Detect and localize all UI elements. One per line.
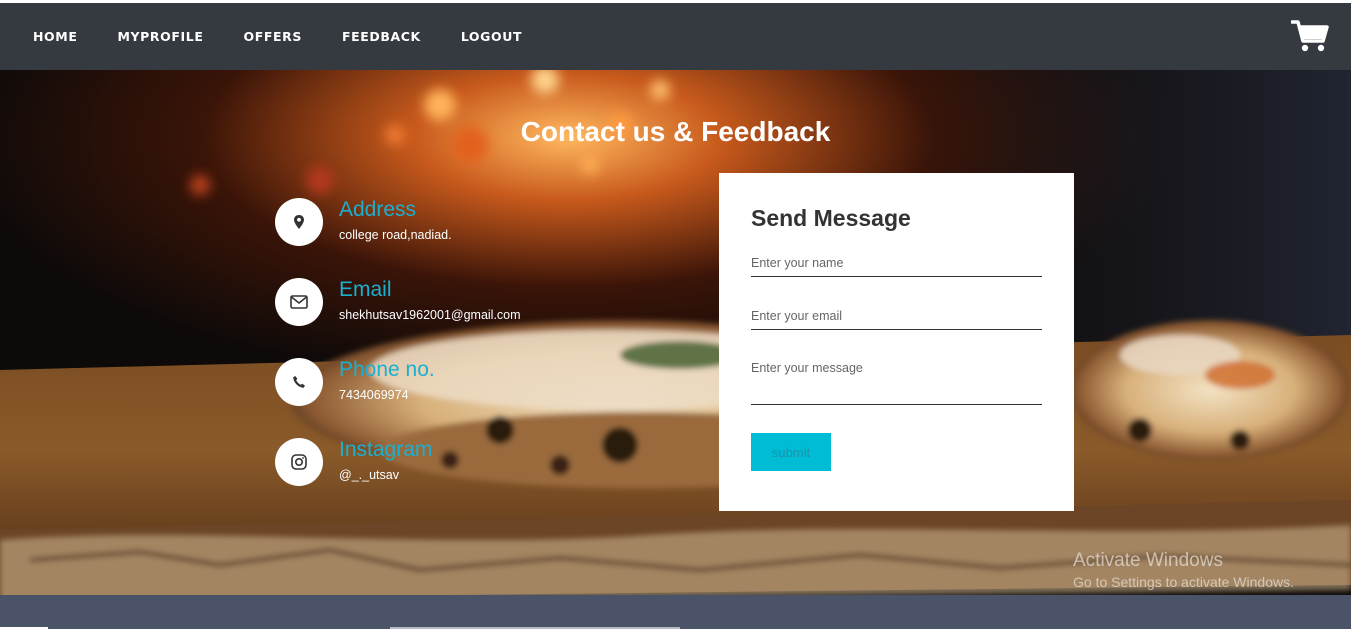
contact-phone: Phone no. 7434069974 xyxy=(275,358,695,408)
nav-link-home[interactable]: HOME xyxy=(33,29,77,44)
address-title: Address xyxy=(339,198,417,221)
phone-value: 7434069974 xyxy=(339,388,409,402)
hero-section xyxy=(0,70,1351,629)
submit-button[interactable]: submit xyxy=(751,433,831,471)
pizza-background-image xyxy=(0,70,1351,629)
email-input[interactable] xyxy=(751,309,1042,330)
form-heading: Send Message xyxy=(751,205,911,231)
send-message-form: Send Message submit xyxy=(719,173,1074,511)
page-title: Contact us & Feedback xyxy=(520,116,831,147)
name-input[interactable] xyxy=(751,256,1042,277)
shopping-cart-icon[interactable] xyxy=(1291,19,1329,53)
contact-instagram: Instagram @_._utsav xyxy=(275,438,695,488)
contact-email: Email shekhutsav1962001@gmail.com xyxy=(275,278,695,328)
nav-link-myprofile[interactable]: MYPROFILE xyxy=(117,29,203,44)
address-value: college road,nadiad. xyxy=(339,228,452,242)
watermark-subtitle: Go to Settings to activate Windows. xyxy=(1073,574,1294,590)
address-icon-circle xyxy=(275,198,323,246)
phone-title: Phone no. xyxy=(339,358,435,381)
nav-link-logout[interactable]: LOGOUT xyxy=(461,29,522,44)
email-value: shekhutsav1962001@gmail.com xyxy=(339,308,521,322)
navbar: HOME MYPROFILE OFFERS FEEDBACK LOGOUT xyxy=(0,3,1351,70)
contact-address: Address college road,nadiad. xyxy=(275,198,695,248)
activate-windows-watermark: Activate Windows Go to Settings to activ… xyxy=(1073,550,1294,590)
nav-link-feedback[interactable]: FEEDBACK xyxy=(342,29,421,44)
nav-links: HOME MYPROFILE OFFERS FEEDBACK LOGOUT xyxy=(33,29,562,44)
instagram-title: Instagram xyxy=(339,438,433,461)
email-title: Email xyxy=(339,278,392,301)
message-input[interactable] xyxy=(751,359,1042,405)
email-icon-circle xyxy=(275,278,323,326)
map-pin-icon xyxy=(294,215,304,229)
watermark-title: Activate Windows xyxy=(1073,550,1223,571)
nav-link-offers[interactable]: OFFERS xyxy=(243,29,301,44)
instagram-value: @_._utsav xyxy=(339,468,399,482)
instagram-icon-circle xyxy=(275,438,323,486)
envelope-icon xyxy=(290,295,308,309)
instagram-icon xyxy=(291,454,307,470)
phone-icon xyxy=(293,376,305,388)
phone-icon-circle xyxy=(275,358,323,406)
